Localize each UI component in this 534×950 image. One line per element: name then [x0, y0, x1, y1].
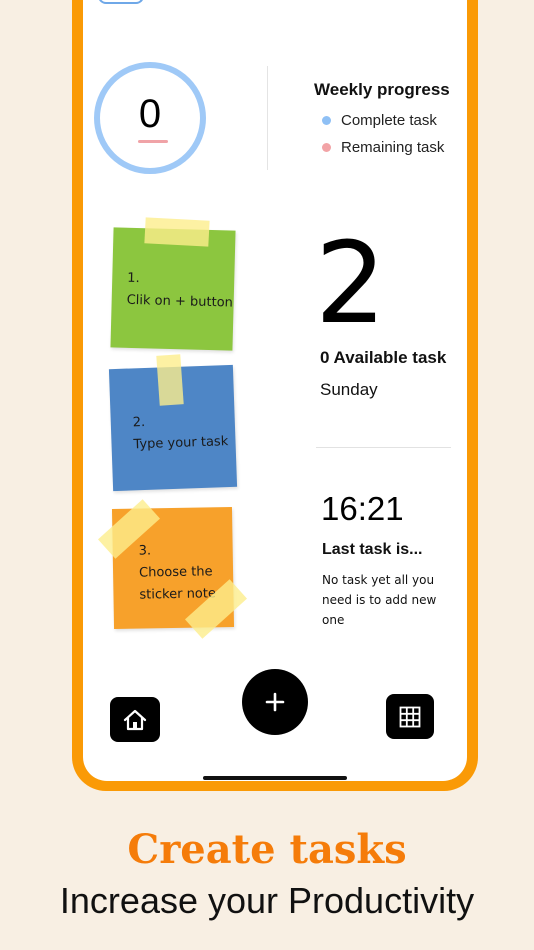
legend-complete: Complete task [322, 112, 437, 129]
available-task-count: 0 Available task [320, 348, 447, 367]
clock-time: 16:21 [321, 490, 404, 527]
day-number: 2 [315, 219, 387, 349]
grid-button[interactable] [386, 694, 434, 739]
vertical-divider [267, 66, 268, 170]
legend-complete-label: Complete task [341, 112, 437, 129]
sticky-note-1: 1. Clik on + button [110, 227, 236, 351]
home-icon [123, 709, 147, 730]
top-stub [98, 0, 144, 4]
note-3-text: Choose the sticker note [138, 564, 217, 603]
caption-subline: Increase your Productivity [59, 880, 475, 921]
grid-icon [399, 706, 421, 727]
remaining-dot-icon [322, 143, 331, 152]
legend-remaining: Remaining task [322, 139, 445, 156]
note-1-number: 1. [127, 270, 140, 287]
horizontal-divider [316, 447, 451, 448]
weekly-progress-title: Weekly progress [314, 80, 450, 99]
caption-headline: Create tasks [127, 826, 407, 873]
progress-dash [138, 140, 168, 143]
tape-1 [144, 217, 210, 247]
progress-value: 0 [138, 92, 162, 136]
home-button[interactable] [110, 697, 160, 742]
app-screen: 0 Weekly progress Complete task Remainin… [83, 0, 467, 781]
last-task-description: No task yet all you need is to add new o… [322, 573, 437, 627]
home-indicator [203, 776, 347, 780]
note-1-text: Clik on + button [126, 292, 234, 311]
note-3-number: 3. [138, 543, 152, 559]
legend-remaining-label: Remaining task [341, 139, 445, 156]
complete-dot-icon [322, 116, 331, 125]
last-task-title: Last task is... [322, 541, 423, 558]
tape-2 [156, 354, 184, 406]
plus-icon [265, 692, 285, 712]
note-2-text: Type your task [133, 434, 229, 453]
add-task-button[interactable] [242, 669, 308, 735]
progress-ring: 0 [94, 62, 206, 174]
note-2-number: 2. [132, 414, 146, 431]
weekday-label: Sunday [320, 380, 378, 399]
